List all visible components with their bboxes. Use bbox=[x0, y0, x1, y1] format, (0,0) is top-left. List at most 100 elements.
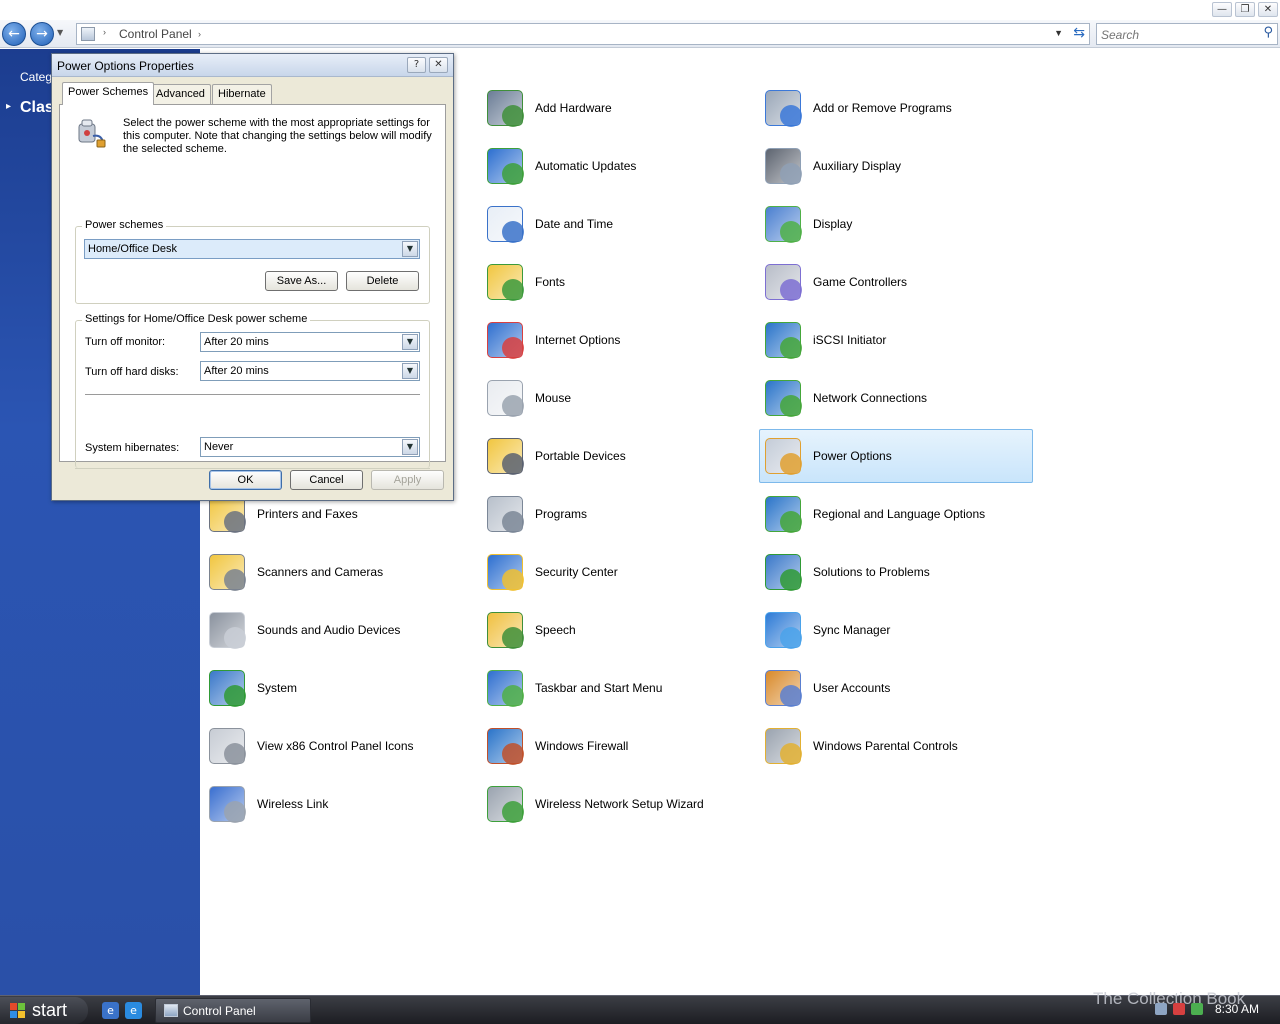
security-tray-icon[interactable] bbox=[1173, 1003, 1185, 1015]
back-button[interactable]: ← bbox=[2, 22, 26, 46]
cp-item-x86-control-panel[interactable]: View x86 Control Panel Icons bbox=[204, 719, 414, 773]
cp-item-label: Display bbox=[813, 217, 853, 231]
cp-item-speech[interactable]: Speech bbox=[482, 603, 576, 657]
power-schemes-panel: Select the power scheme with the most ap… bbox=[59, 104, 446, 469]
save-as-button[interactable]: Save As... bbox=[265, 271, 338, 291]
chevron-down-icon[interactable]: ▼ bbox=[402, 241, 418, 257]
cp-item-label: Printers and Faxes bbox=[257, 507, 358, 521]
cp-item-label: Fonts bbox=[535, 275, 566, 289]
cp-item-parental-controls[interactable]: Windows Parental Controls bbox=[760, 719, 958, 773]
cp-item-label: iSCSI Initiator bbox=[813, 333, 887, 347]
cp-item-add-hardware[interactable]: Add Hardware bbox=[482, 81, 612, 135]
cp-item-system[interactable]: System bbox=[204, 661, 297, 715]
address-bar[interactable]: › Control Panel › ▼ ⇆ bbox=[76, 23, 1090, 45]
tab-advanced[interactable]: Advanced bbox=[150, 84, 211, 104]
cp-item-label: Scanners and Cameras bbox=[257, 565, 384, 579]
cp-item-programs[interactable]: Programs bbox=[482, 487, 587, 541]
cp-item-game-controllers[interactable]: Game Controllers bbox=[760, 255, 907, 309]
search-box[interactable]: ⚲ bbox=[1096, 23, 1278, 45]
power-options-icon bbox=[760, 433, 806, 479]
tab-power-schemes[interactable]: Power Schemes bbox=[62, 82, 155, 105]
refresh-icon[interactable]: ⇆ bbox=[1073, 25, 1085, 41]
apply-button[interactable]: Apply bbox=[371, 470, 444, 490]
classic-view-label[interactable]: Clas bbox=[20, 99, 54, 117]
volume-tray-icon[interactable] bbox=[1191, 1003, 1203, 1015]
cp-item-windows-firewall[interactable]: Windows Firewall bbox=[482, 719, 628, 773]
taskbar: start e e Control Panel bbox=[0, 995, 1280, 1024]
help-button[interactable]: ? bbox=[407, 57, 426, 73]
taskbar-control-panel-button[interactable]: Control Panel bbox=[155, 998, 311, 1023]
cp-item-security-center[interactable]: Security Center bbox=[482, 545, 618, 599]
cp-item-regional-language[interactable]: Regional and Language Options bbox=[760, 487, 985, 541]
dialog-close-button[interactable]: ✕ bbox=[429, 57, 448, 73]
cp-item-sync-manager[interactable]: Sync Manager bbox=[760, 603, 890, 657]
button-label: OK bbox=[237, 474, 254, 486]
monitor-timeout-select[interactable]: After 20 mins ▼ bbox=[200, 332, 420, 352]
cp-item-wireless-link[interactable]: Wireless Link bbox=[204, 777, 328, 831]
cp-item-automatic-updates[interactable]: Automatic Updates bbox=[482, 139, 636, 193]
cp-item-mouse[interactable]: Mouse bbox=[482, 371, 571, 425]
cp-item-date-time[interactable]: Date and Time bbox=[482, 197, 613, 251]
start-button[interactable]: start bbox=[0, 997, 88, 1024]
chevron-down-icon[interactable]: ▼ bbox=[402, 439, 418, 455]
hibernate-timeout-select[interactable]: Never ▼ bbox=[200, 437, 420, 457]
breadcrumb-separator[interactable]: › bbox=[198, 29, 201, 39]
cancel-button[interactable]: Cancel bbox=[290, 470, 363, 490]
chevron-down-icon[interactable]: ▼ bbox=[402, 334, 418, 350]
cp-item-user-accounts[interactable]: User Accounts bbox=[760, 661, 890, 715]
wireless-network-wizard-icon bbox=[482, 781, 528, 827]
category-view-link[interactable]: Categ bbox=[20, 70, 52, 84]
delete-button[interactable]: Delete bbox=[346, 271, 419, 291]
hard-disks-label: Turn off hard disks: bbox=[85, 366, 179, 378]
hibernate-label: System hibernates: bbox=[85, 442, 180, 454]
cp-item-iscsi-initiator[interactable]: iSCSI Initiator bbox=[760, 313, 886, 367]
cp-item-label: View x86 Control Panel Icons bbox=[257, 739, 414, 753]
forward-button[interactable]: → bbox=[30, 22, 54, 46]
breadcrumb-control-panel[interactable]: Control Panel bbox=[119, 27, 192, 41]
network-tray-icon[interactable] bbox=[1155, 1003, 1167, 1015]
taskbar-start-menu-icon bbox=[482, 665, 528, 711]
x86-control-panel-icon bbox=[204, 723, 250, 769]
cp-item-power-options[interactable]: Power Options bbox=[759, 429, 1033, 483]
user-accounts-icon bbox=[760, 665, 806, 711]
cp-item-label: Sounds and Audio Devices bbox=[257, 623, 401, 637]
game-controllers-icon bbox=[760, 259, 806, 305]
address-dropdown-icon[interactable]: ▼ bbox=[1054, 28, 1063, 38]
cp-item-add-remove-programs[interactable]: Add or Remove Programs bbox=[760, 81, 952, 135]
cp-item-taskbar-start-menu[interactable]: Taskbar and Start Menu bbox=[482, 661, 662, 715]
cp-item-fonts[interactable]: Fonts bbox=[482, 255, 565, 309]
history-dropdown-icon[interactable]: ▼ bbox=[57, 28, 63, 37]
cp-item-sounds-audio[interactable]: Sounds and Audio Devices bbox=[204, 603, 400, 657]
cp-item-auxiliary-display[interactable]: Auxiliary Display bbox=[760, 139, 901, 193]
cp-item-solutions-problems[interactable]: Solutions to Problems bbox=[760, 545, 930, 599]
forward-arrow-icon: → bbox=[36, 26, 48, 42]
quicklaunch-browser-icon[interactable]: e bbox=[102, 1002, 119, 1019]
cp-item-portable-devices[interactable]: Portable Devices bbox=[482, 429, 626, 483]
internet-explorer-icon[interactable]: e bbox=[125, 1002, 142, 1019]
tab-label: Advanced bbox=[156, 88, 205, 100]
scanners-cameras-icon bbox=[204, 549, 250, 595]
power-scheme-select[interactable]: Home/Office Desk ▼ bbox=[84, 239, 420, 259]
solutions-problems-icon bbox=[760, 549, 806, 595]
hard-disks-timeout-select[interactable]: After 20 mins ▼ bbox=[200, 361, 420, 381]
clock[interactable]: 8:30 AM bbox=[1215, 1002, 1259, 1016]
cp-item-network-connections[interactable]: Network Connections bbox=[760, 371, 927, 425]
wireless-link-icon bbox=[204, 781, 250, 827]
cp-item-scanners-cameras[interactable]: Scanners and Cameras bbox=[204, 545, 383, 599]
task-label: Control Panel bbox=[183, 1004, 256, 1018]
tab-hibernate[interactable]: Hibernate bbox=[212, 84, 272, 104]
close-window-button[interactable]: ✕ bbox=[1258, 2, 1278, 17]
minimize-button[interactable]: — bbox=[1212, 2, 1232, 17]
cp-item-internet-options[interactable]: Internet Options bbox=[482, 313, 620, 367]
search-input[interactable] bbox=[1101, 27, 1251, 42]
chevron-down-icon[interactable]: ▼ bbox=[402, 363, 418, 379]
power-options-icon bbox=[75, 118, 107, 150]
cp-item-wireless-network-wizard[interactable]: Wireless Network Setup Wizard bbox=[482, 777, 704, 831]
parental-controls-icon bbox=[760, 723, 806, 769]
cp-item-display[interactable]: Display bbox=[760, 197, 852, 251]
restore-button[interactable]: ❐ bbox=[1235, 2, 1255, 17]
search-icon[interactable]: ⚲ bbox=[1263, 25, 1273, 40]
windows-firewall-icon bbox=[482, 723, 528, 769]
ok-button[interactable]: OK bbox=[209, 470, 282, 490]
cp-item-label: Add or Remove Programs bbox=[813, 101, 952, 115]
